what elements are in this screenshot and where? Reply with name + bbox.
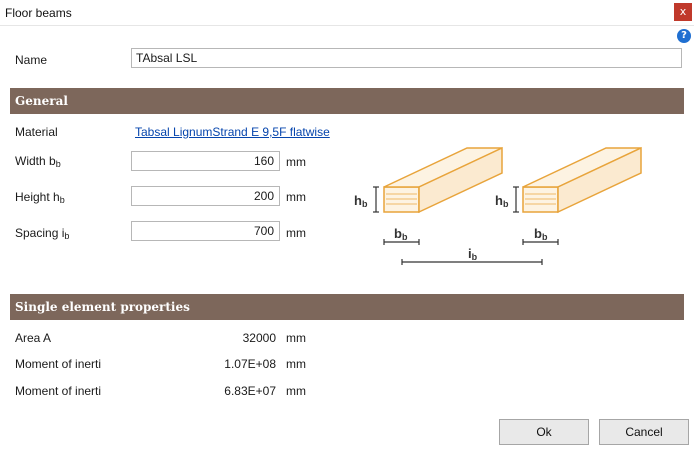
width-label-main: Width b: [15, 154, 56, 168]
name-label: Name: [15, 53, 48, 67]
property-unit-inertia-1: mm: [286, 357, 306, 371]
spacing-symbol: ib: [468, 246, 478, 262]
beam-cross-section-diagram: hb hb bb bb ib: [354, 146, 642, 265]
height-symbol-2: hb: [495, 193, 509, 209]
width-label: Width bb: [15, 154, 61, 169]
property-value-inertia-2: 6.83E+07: [224, 384, 276, 398]
property-label-inertia-2: Moment of inerti: [15, 384, 102, 398]
spacing-input[interactable]: 700: [131, 221, 280, 241]
general-section-header: General: [10, 88, 684, 114]
name-input[interactable]: TAbsal LSL: [131, 48, 682, 68]
general-section-title: General: [15, 94, 68, 108]
width-dimension-marks: [383, 239, 559, 245]
width-input[interactable]: 160: [131, 151, 280, 171]
title-bar: Floor beams x: [0, 0, 694, 26]
height-unit: mm: [286, 190, 306, 204]
property-unit-area: mm: [286, 331, 306, 345]
window-title: Floor beams: [5, 6, 72, 20]
height-input[interactable]: 200: [131, 186, 280, 206]
material-label: Material: [15, 125, 58, 139]
height-label: Height hb: [15, 190, 65, 205]
width-label-sub: b: [55, 159, 61, 169]
beam-1-illustration: [383, 146, 503, 214]
width-unit: mm: [286, 155, 306, 169]
spacing-label: Spacing ib: [15, 226, 69, 241]
spacing-unit: mm: [286, 226, 306, 240]
ok-button[interactable]: Ok: [499, 419, 589, 445]
height-label-sub: b: [59, 195, 65, 205]
properties-section-title: Single element properties: [15, 300, 190, 314]
beam-2-illustration: [522, 146, 642, 214]
height-label-main: Height h: [15, 190, 60, 204]
property-value-area: 32000: [242, 331, 276, 345]
property-label-area: Area A: [15, 331, 52, 345]
help-icon[interactable]: ?: [677, 29, 691, 43]
property-value-inertia-1: 1.07E+08: [224, 357, 276, 371]
width-symbol-1: bb: [394, 226, 408, 242]
cancel-button[interactable]: Cancel: [599, 419, 689, 445]
close-button[interactable]: x: [674, 3, 692, 21]
spacing-label-main: Spacing i: [15, 226, 65, 240]
width-symbol-2: bb: [534, 226, 548, 242]
property-label-inertia-1: Moment of inerti: [15, 357, 102, 371]
properties-section-header: Single element properties: [10, 294, 684, 320]
material-link[interactable]: Tabsal LignumStrand E 9,5F flatwise: [135, 125, 330, 139]
spacing-label-sub: b: [64, 231, 70, 241]
property-unit-inertia-2: mm: [286, 384, 306, 398]
height-symbol-1: hb: [354, 193, 368, 209]
